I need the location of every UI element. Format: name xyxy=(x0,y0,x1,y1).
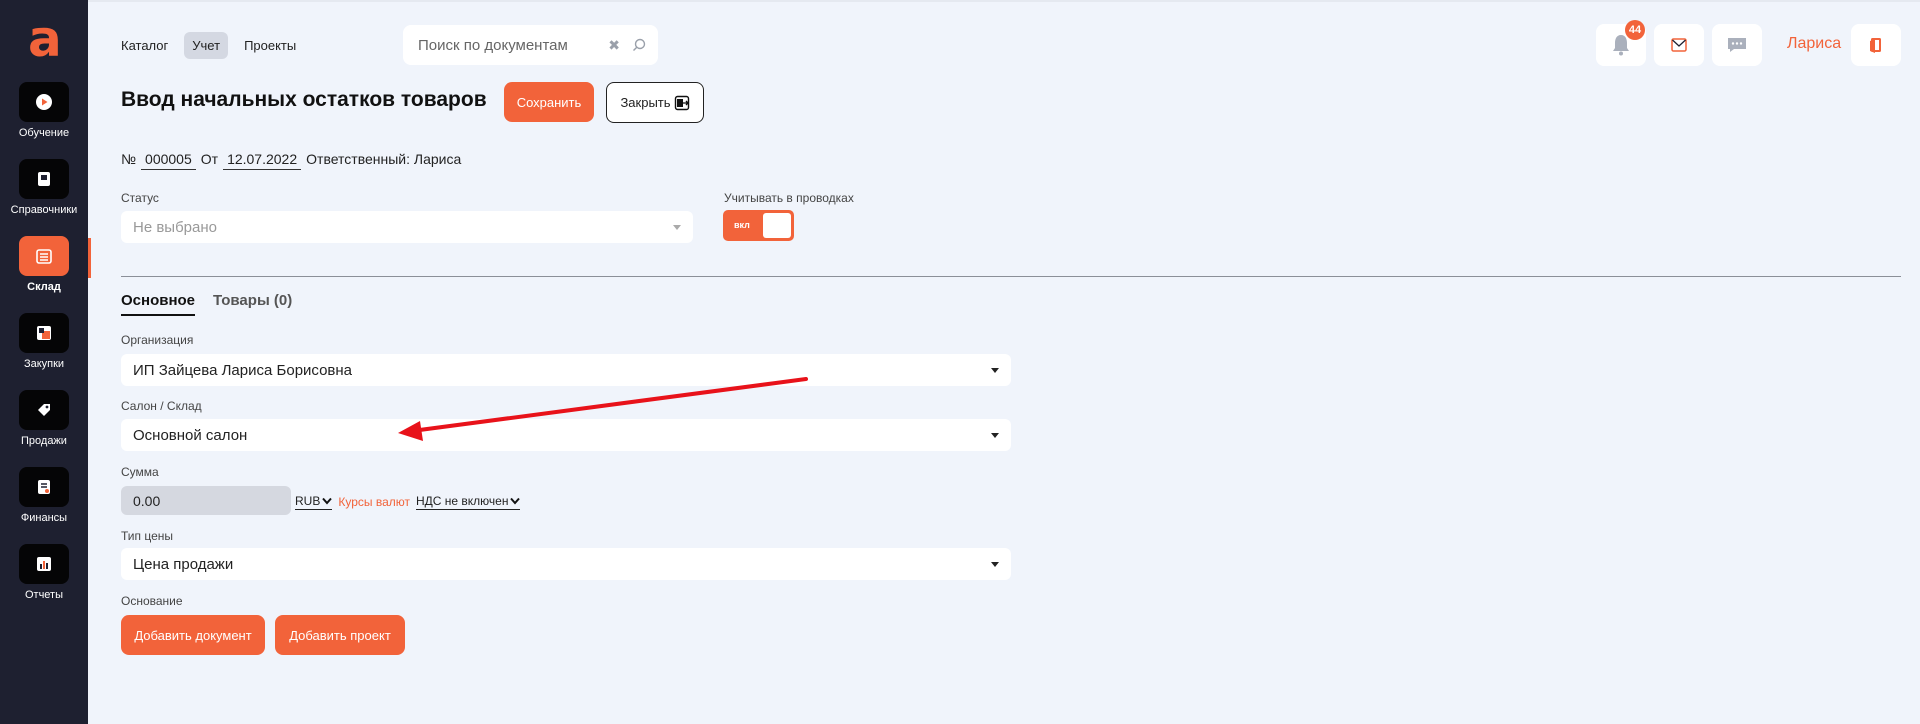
close-button-label: Закрыть xyxy=(620,95,671,110)
warehouse-value: Основной салон xyxy=(133,426,248,444)
sidebar-item-training[interactable]: Обучение xyxy=(0,82,88,148)
sidebar-item-label: Продажи xyxy=(21,435,67,447)
document-info: № 000005 От 12.07.2022 Ответственный: Ла… xyxy=(121,151,461,170)
sidebar-item-warehouse[interactable]: Склад xyxy=(0,236,88,302)
mail-button[interactable] xyxy=(1654,24,1704,66)
mail-icon xyxy=(1671,38,1687,52)
sidebar-item-references[interactable]: Справочники xyxy=(0,159,88,225)
save-button[interactable]: Сохранить xyxy=(504,82,594,122)
warehouse-select[interactable]: Основной салон xyxy=(121,419,1011,451)
status-select[interactable]: Не выбрано xyxy=(121,211,693,243)
logout-button[interactable] xyxy=(1851,24,1901,66)
app-logo[interactable]: a xyxy=(28,14,62,64)
finance-icon xyxy=(19,467,69,507)
sidebar-item-label: Справочники xyxy=(10,204,78,216)
sidebar-item-label: Склад xyxy=(27,281,61,293)
close-button[interactable]: Закрыть xyxy=(606,82,704,123)
chat-button[interactable] xyxy=(1712,24,1762,66)
user-name-link[interactable]: Лариса xyxy=(1787,35,1841,53)
play-icon xyxy=(19,82,69,122)
chevron-down-icon xyxy=(991,432,999,438)
vat-value: НДС не включен xyxy=(415,494,509,508)
top-nav: Каталог Учет Проекты xyxy=(113,32,304,59)
toggle-knob xyxy=(763,213,791,238)
add-project-button[interactable]: Добавить проект xyxy=(275,615,405,655)
sidebar-item-purchases[interactable]: Закупки xyxy=(0,313,88,379)
posting-label: Учитывать в проводках xyxy=(724,191,854,205)
chart-icon xyxy=(19,544,69,584)
sidebar-item-label: Закупки xyxy=(23,358,65,370)
organization-value: ИП Зайцева Лариса Борисовна xyxy=(133,361,353,379)
notification-count-badge: 44 xyxy=(1625,20,1645,40)
price-type-label: Тип цены xyxy=(121,529,174,543)
sidebar: a Обучение Справочники Склад Закупки Про… xyxy=(0,0,88,724)
top-border xyxy=(88,0,1920,2)
tab-main[interactable]: Основное xyxy=(121,292,196,316)
posting-toggle[interactable]: вкл xyxy=(723,210,794,241)
currency-select[interactable]: RUB xyxy=(295,494,333,510)
logout-icon xyxy=(1870,38,1881,53)
chevron-down-icon xyxy=(322,497,333,505)
purchases-icon xyxy=(19,313,69,353)
chevron-down-icon xyxy=(991,561,999,567)
basis-label: Основание xyxy=(121,594,183,608)
tab-accounting[interactable]: Учет xyxy=(184,32,229,59)
add-document-button[interactable]: Добавить документ xyxy=(121,615,265,655)
exit-icon xyxy=(674,95,689,110)
document-date-field[interactable]: 12.07.2022 xyxy=(223,151,302,170)
organization-label: Организация xyxy=(121,333,194,347)
book-icon xyxy=(19,159,69,199)
notifications-button[interactable]: 44 xyxy=(1596,20,1646,66)
sidebar-item-finance[interactable]: Финансы xyxy=(0,467,88,533)
sidebar-item-label: Отчеты xyxy=(24,589,64,601)
amount-label: Сумма xyxy=(121,465,159,479)
toggle-text: вкл xyxy=(734,220,750,230)
search-input[interactable] xyxy=(418,36,609,54)
responsible-text: Ответственный: Лариса xyxy=(306,151,462,167)
chat-icon xyxy=(1728,38,1746,52)
sidebar-item-label: Обучение xyxy=(18,127,70,139)
amount-extras: RUB Курсы валют НДС не включен xyxy=(295,494,521,510)
sidebar-item-reports[interactable]: Отчеты xyxy=(0,544,88,610)
vat-select[interactable]: НДС не включен xyxy=(415,494,521,510)
chevron-down-icon xyxy=(673,224,681,230)
status-label: Статус xyxy=(121,191,159,205)
document-number-field[interactable]: 000005 xyxy=(141,151,196,170)
warehouse-label: Салон / Склад xyxy=(121,399,202,413)
status-value: Не выбрано xyxy=(133,218,217,236)
warehouse-icon xyxy=(19,236,69,276)
price-type-value: Цена продажи xyxy=(133,555,234,573)
clear-icon[interactable]: ✖ xyxy=(608,37,620,54)
tab-projects[interactable]: Проекты xyxy=(236,32,304,59)
number-prefix: № xyxy=(121,151,137,167)
search-icon[interactable] xyxy=(632,38,646,52)
divider xyxy=(121,276,1901,277)
currency-value: RUB xyxy=(295,494,321,508)
page-title: Ввод начальных остатков товаров xyxy=(121,88,487,111)
sidebar-item-label: Финансы xyxy=(20,512,68,524)
chevron-down-icon xyxy=(510,497,521,505)
organization-select[interactable]: ИП Зайцева Лариса Борисовна xyxy=(121,354,1011,386)
active-indicator xyxy=(88,238,91,278)
date-prefix: От xyxy=(200,151,219,167)
form-tabs: Основное Товары (0) xyxy=(121,292,292,316)
chevron-down-icon xyxy=(991,367,999,373)
tab-goods[interactable]: Товары (0) xyxy=(213,292,292,316)
currency-rates-link[interactable]: Курсы валют xyxy=(338,495,410,509)
tag-icon xyxy=(19,390,69,430)
price-type-select[interactable]: Цена продажи xyxy=(121,548,1011,580)
sidebar-item-sales[interactable]: Продажи xyxy=(0,390,88,456)
tab-catalog[interactable]: Каталог xyxy=(113,32,176,59)
search-box: ✖ xyxy=(403,25,658,65)
amount-input[interactable] xyxy=(121,486,291,515)
